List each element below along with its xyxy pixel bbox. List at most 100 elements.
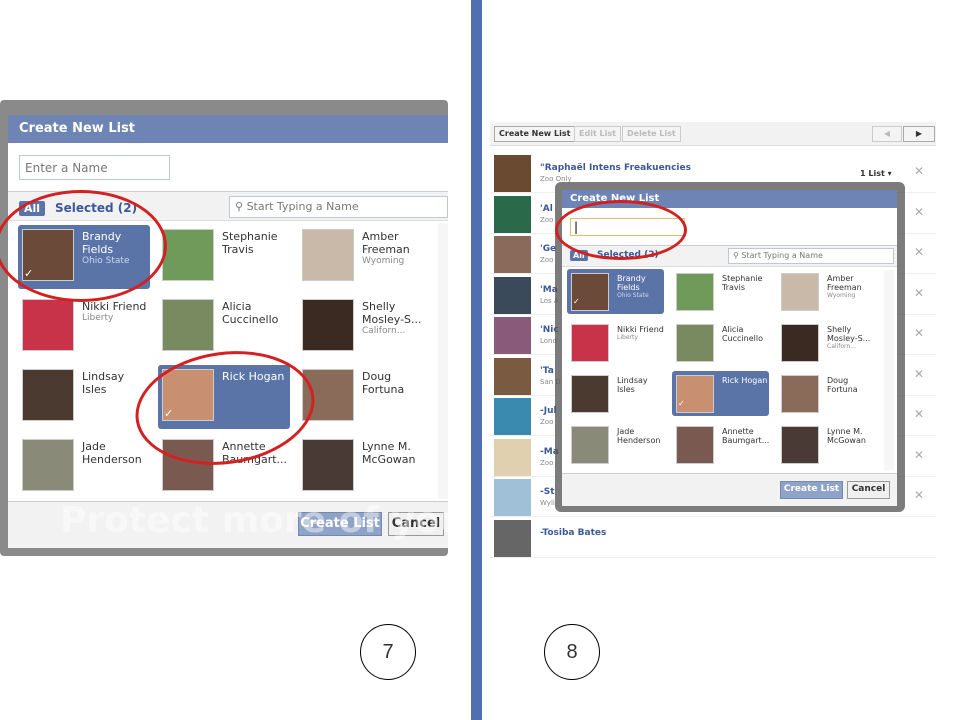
- friend-name: Doug Fortuna: [827, 376, 858, 394]
- friend-tile[interactable]: Jade Henderson: [18, 435, 150, 499]
- friend-name: Nikki Friend: [617, 325, 664, 334]
- friend-photo: [494, 276, 531, 314]
- friend-location: Zoo: [540, 215, 554, 224]
- friend-name: Rick Hogan: [722, 376, 768, 385]
- friend-name: Stephanie Travis: [722, 274, 763, 292]
- friend-photo: [571, 375, 609, 413]
- create-list-dialog-left: Create New List Enter a Name All Selecte…: [8, 115, 448, 548]
- friend-tile[interactable]: Lynne M. McGowan: [298, 435, 430, 499]
- friend-photo: [676, 324, 714, 362]
- search-placeholder: Start Typing a Name: [246, 200, 359, 213]
- check-icon: ✓: [678, 399, 685, 408]
- friend-grid: Brandy Fields Ohio State ✓ Stephanie Trav…: [562, 267, 897, 473]
- annotation-ring: [0, 190, 167, 302]
- friend-name: 'Ge: [540, 244, 557, 254]
- friend-photo: [781, 324, 819, 362]
- remove-icon[interactable]: ✕: [914, 164, 924, 178]
- friend-tile[interactable]: Jade Henderson: [567, 422, 664, 467]
- friend-photo: [22, 299, 74, 351]
- friend-tile[interactable]: Amber Freeman Wyoming: [298, 225, 430, 289]
- prev-page-button[interactable]: ◀: [872, 126, 902, 142]
- friend-tile[interactable]: Amber Freeman Wyoming: [777, 269, 874, 314]
- friend-photo: [676, 273, 714, 311]
- friend-location: Wyli: [540, 499, 555, 507]
- friend-name: Doug Fortuna: [362, 370, 405, 396]
- friend-photo: [494, 195, 531, 233]
- friend-location: Wyoming: [827, 292, 856, 299]
- friend-location: Wyoming: [362, 256, 405, 266]
- scrollbar[interactable]: [438, 223, 448, 499]
- create-new-list-button[interactable]: Create New List: [494, 126, 576, 142]
- friend-photo: [162, 229, 214, 281]
- friend-tile[interactable]: Alicia Cuccinello: [158, 295, 290, 359]
- delete-list-button[interactable]: Delete List: [622, 126, 681, 142]
- friend-tile[interactable]: Stephanie Travis: [158, 225, 290, 289]
- remove-icon[interactable]: ✕: [914, 367, 924, 381]
- friend-tile[interactable]: Doug Fortuna: [777, 371, 874, 416]
- friend-name: Jade Henderson: [617, 427, 661, 445]
- friend-photo: [781, 273, 819, 311]
- friend-name: Stephanie Travis: [222, 230, 278, 256]
- friend-row[interactable]: -Tosiba Bates: [490, 518, 936, 558]
- dialog-title: Create New List: [8, 115, 448, 143]
- step-number: 7: [360, 624, 416, 680]
- friend-photo: [494, 357, 531, 395]
- friend-photo: [494, 317, 531, 354]
- friend-tile[interactable]: Lindsay Isles: [18, 365, 150, 429]
- friend-tile[interactable]: Lindsay Isles: [567, 371, 664, 416]
- remove-icon[interactable]: ✕: [914, 326, 924, 340]
- friend-name: -St: [540, 487, 555, 497]
- friend-tile[interactable]: Rick Hogan ✓: [672, 371, 769, 416]
- friend-photo: [494, 438, 531, 476]
- friend-location: Liberty: [617, 334, 638, 341]
- remove-icon[interactable]: ✕: [914, 448, 924, 462]
- friend-tile[interactable]: Doug Fortuna: [298, 365, 430, 429]
- remove-icon[interactable]: ✕: [914, 245, 924, 259]
- create-list-button[interactable]: Create List: [780, 481, 843, 499]
- friend-name: Shelly Mosley-S...: [827, 325, 871, 343]
- friend-name: Lynne M. McGowan: [362, 440, 416, 466]
- friend-name: Alicia Cuccinello: [722, 325, 764, 343]
- friend-name: Lindsay Isles: [617, 376, 648, 394]
- friend-tile[interactable]: Stephanie Travis: [672, 269, 769, 314]
- friend-tile[interactable]: Shelly Mosley-S... Californ...: [777, 320, 874, 365]
- remove-icon[interactable]: ✕: [914, 286, 924, 300]
- friend-location: Californ...: [827, 343, 856, 350]
- edit-list-button[interactable]: Edit List: [574, 126, 621, 142]
- friend-tile[interactable]: Nikki Friend Liberty: [18, 295, 150, 359]
- friend-tile[interactable]: Annette Baumgart...: [672, 422, 769, 467]
- remove-icon[interactable]: ✕: [914, 205, 924, 219]
- friend-tile[interactable]: Brandy Fields Ohio State ✓: [567, 269, 664, 314]
- friend-tile[interactable]: Nikki Friend Liberty: [567, 320, 664, 365]
- friend-photo: [302, 439, 354, 491]
- friend-photo: [571, 324, 609, 362]
- cancel-button[interactable]: Cancel: [847, 481, 890, 499]
- friend-photo: [162, 299, 214, 351]
- friend-name: Brandy Fields: [617, 274, 646, 292]
- friend-name: Lynne M. McGowan: [827, 427, 866, 445]
- friend-photo: [494, 519, 531, 557]
- friend-photo: [781, 375, 819, 413]
- friend-tile[interactable]: Shelly Mosley-S... Californ...: [298, 295, 430, 359]
- friend-tile[interactable]: Lynne M. McGowan: [777, 422, 874, 467]
- friend-name: -Tosiba Bates: [540, 527, 607, 538]
- annotation-ring: [555, 200, 687, 260]
- lists-dropdown[interactable]: 1 List ▾: [860, 169, 892, 178]
- friend-name: 'Al: [540, 203, 553, 214]
- step-number: 8: [544, 624, 600, 680]
- friend-name: 'Ta: [540, 365, 554, 376]
- friend-search-input[interactable]: ⚲ Start Typing a Name: [728, 248, 894, 264]
- friend-search-input[interactable]: ⚲ Start Typing a Name: [229, 196, 448, 218]
- next-page-button[interactable]: ▶: [903, 126, 935, 142]
- friend-name: Alicia Cuccinello: [222, 300, 279, 326]
- list-name-input[interactable]: Enter a Name: [19, 155, 170, 180]
- friend-photo: [302, 299, 354, 351]
- friend-location: Zoo: [540, 418, 554, 426]
- remove-icon[interactable]: ✕: [914, 488, 924, 502]
- friend-photo: [302, 229, 354, 281]
- friend-name: "Raphaël Intens Freakuencies: [540, 163, 691, 173]
- friend-name: Annette Baumgart...: [722, 427, 769, 445]
- scrollbar[interactable]: [884, 270, 894, 470]
- friend-tile[interactable]: Alicia Cuccinello: [672, 320, 769, 365]
- remove-icon[interactable]: ✕: [914, 407, 924, 421]
